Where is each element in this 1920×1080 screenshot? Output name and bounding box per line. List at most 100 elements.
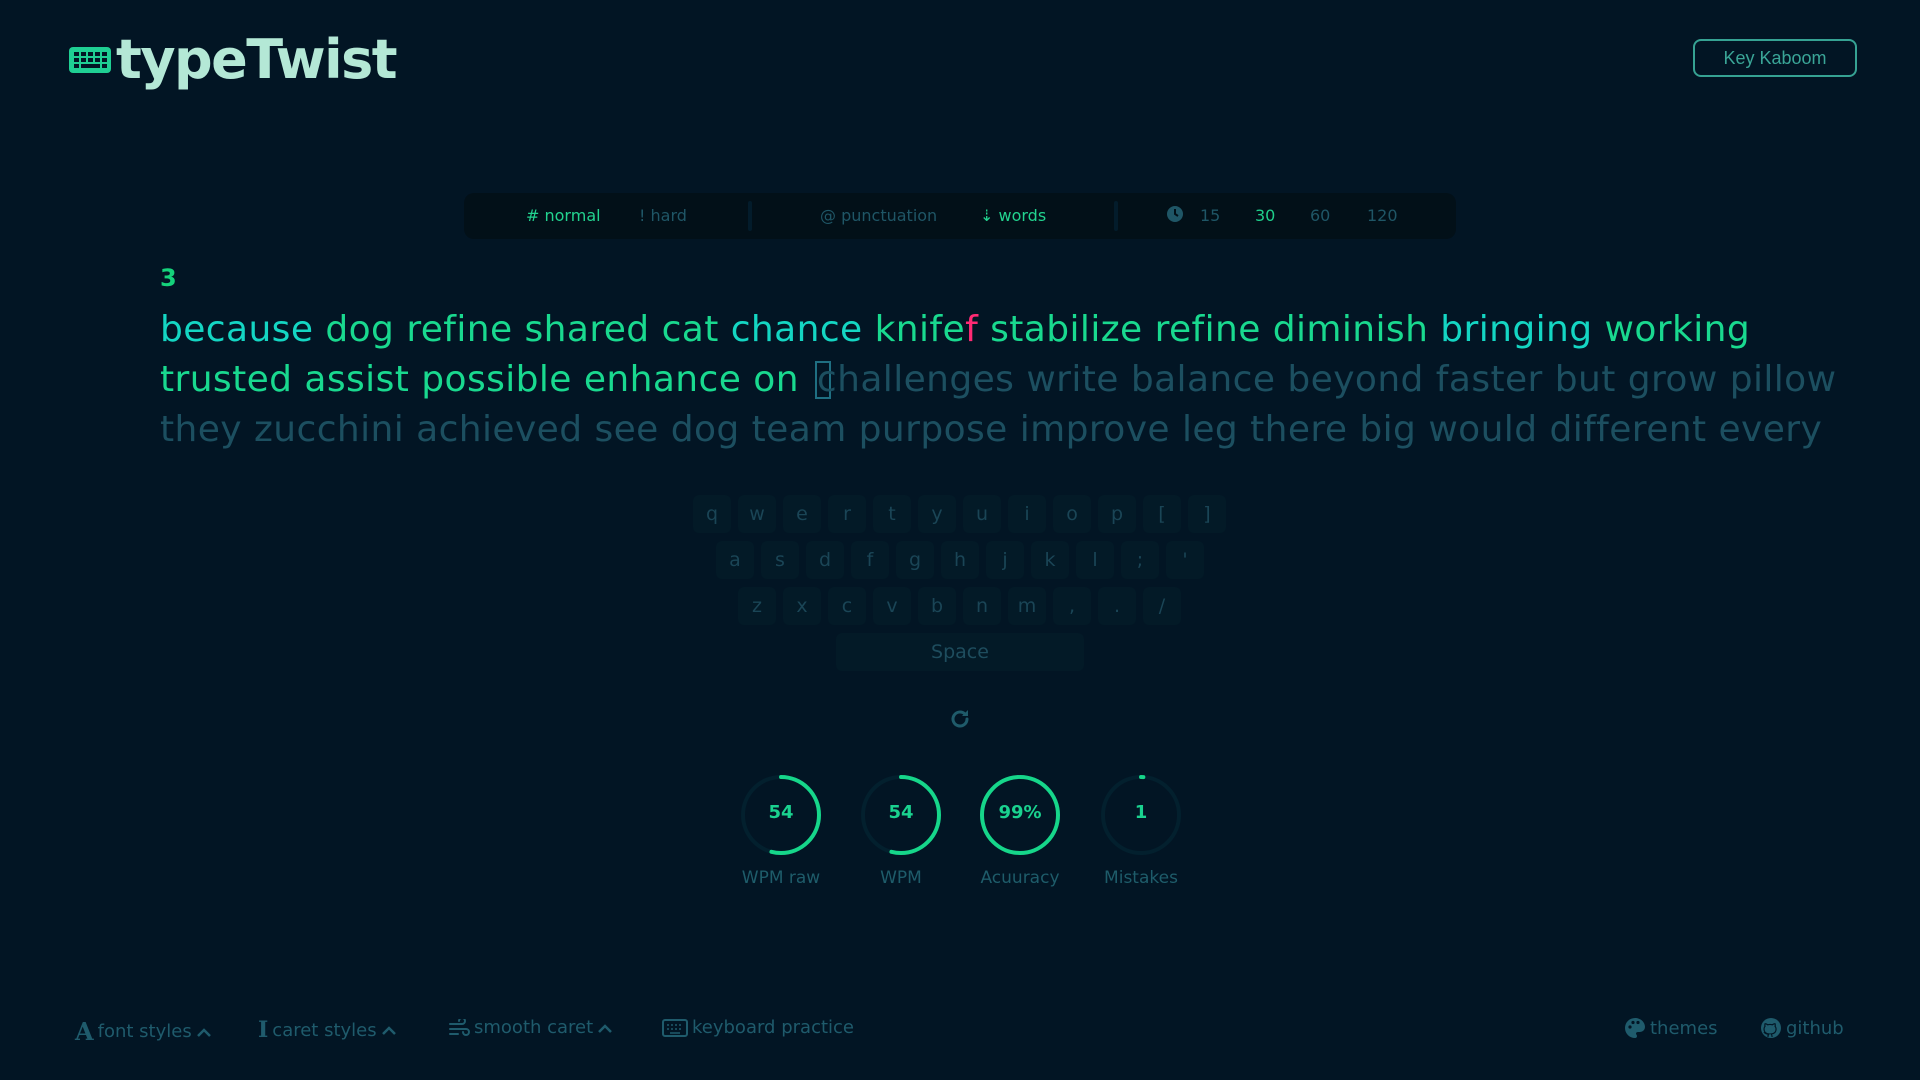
key-k[interactable]: k — [1031, 541, 1069, 579]
word: assist — [304, 359, 410, 400]
word: trusted — [160, 359, 293, 400]
typing-text[interactable]: because dog refine shared cat chance knifef sta… — [160, 305, 1836, 455]
key-v[interactable]: v — [873, 587, 911, 625]
text-line: because dog refine shared cat chance knifef sta… — [160, 305, 1760, 355]
word: improve — [1019, 409, 1170, 450]
github-icon — [1760, 1017, 1782, 1039]
keyboard-row: a s d f g h j k l; ' — [716, 541, 1204, 579]
extra-letter: f — [965, 309, 979, 350]
key-w[interactable]: w — [738, 495, 776, 533]
mode-normal[interactable]: # normal — [526, 206, 601, 225]
cursor-icon: I — [258, 1017, 269, 1043]
key-kaboom-button[interactable]: Key Kaboom — [1693, 39, 1857, 77]
word: on — [753, 359, 799, 400]
key-m[interactable]: m — [1008, 587, 1046, 625]
key-d[interactable]: d — [806, 541, 844, 579]
key-symbol[interactable]: . — [1098, 587, 1136, 625]
github-link[interactable]: github — [1760, 1017, 1844, 1039]
test-config-bar: # normal ! hard @ punctuation ⇣ words 15… — [464, 193, 1456, 239]
word: would — [1428, 409, 1538, 450]
key-b[interactable]: b — [918, 587, 956, 625]
word: bringing — [1440, 309, 1593, 350]
word: team — [751, 409, 847, 450]
stat-mistakes: 1 Mistakes — [1096, 770, 1186, 888]
key-p[interactable]: p — [1098, 495, 1136, 533]
font-styles-button[interactable]: A font styles — [75, 1017, 212, 1046]
key-r[interactable]: r — [828, 495, 866, 533]
key-space[interactable]: Space — [836, 633, 1084, 671]
word: achieved — [416, 409, 583, 450]
key-symbol[interactable]: ] — [1188, 495, 1226, 533]
key-symbol[interactable]: [ — [1143, 495, 1181, 533]
key-q[interactable]: q — [693, 495, 731, 533]
stat-label: Mistakes — [1104, 868, 1178, 888]
keyboard-icon — [68, 45, 112, 75]
key-y[interactable]: y — [918, 495, 956, 533]
word: stabilize — [990, 309, 1143, 350]
duration-120[interactable]: 120 — [1367, 206, 1398, 225]
key-symbol[interactable]: ; — [1121, 541, 1159, 579]
duration-30[interactable]: 30 — [1255, 206, 1275, 225]
chevron-up-icon — [196, 1026, 212, 1038]
caret-styles-button[interactable]: I caret styles — [258, 1017, 397, 1043]
word: working — [1604, 309, 1751, 350]
restart-icon[interactable] — [948, 707, 972, 735]
word: pillow — [1729, 359, 1837, 400]
key-symbol[interactable]: , — [1053, 587, 1091, 625]
word: write — [1026, 359, 1119, 400]
key-h[interactable]: h — [941, 541, 979, 579]
keyboard-icon — [662, 1018, 688, 1037]
typing-page: typeTwist Key Kaboom # normal ! hard @ p… — [0, 0, 1920, 1080]
key-s[interactable]: s — [761, 541, 799, 579]
duration-15[interactable]: 15 — [1200, 206, 1220, 225]
key-z[interactable]: z — [738, 587, 776, 625]
mode-hard[interactable]: ! hard — [639, 206, 687, 225]
key-x[interactable]: x — [783, 587, 821, 625]
key-t[interactable]: t — [873, 495, 911, 533]
stat-wpm-raw: 54 WPM raw — [736, 770, 826, 888]
key-symbol[interactable]: ' — [1166, 541, 1204, 579]
key-l[interactable]: l — [1076, 541, 1114, 579]
key-a[interactable]: a — [716, 541, 754, 579]
wind-icon — [448, 1018, 470, 1037]
app-title: typeTwist — [116, 28, 398, 91]
sort-icon: ⇣ — [980, 206, 994, 225]
word: leg — [1181, 409, 1239, 450]
clock-icon — [1166, 205, 1184, 227]
word: purpose — [858, 409, 1008, 450]
at-icon: @ — [820, 206, 836, 225]
key-j[interactable]: j — [986, 541, 1024, 579]
stat-label: WPM raw — [741, 868, 821, 888]
key-o[interactable]: o — [1053, 495, 1091, 533]
key-g[interactable]: g — [896, 541, 934, 579]
themes-button[interactable]: themes — [1624, 1017, 1718, 1039]
key-u[interactable]: u — [963, 495, 1001, 533]
option-punctuation[interactable]: @ punctuation — [820, 206, 937, 225]
stat-label: Acuuracy — [980, 868, 1060, 888]
key-f[interactable]: f — [851, 541, 889, 579]
word: enhance — [583, 359, 742, 400]
word: balance — [1130, 359, 1276, 400]
key-e[interactable]: e — [783, 495, 821, 533]
word: zucchini — [254, 409, 405, 450]
word: beyond — [1287, 359, 1424, 400]
keyboard-practice-button[interactable]: keyboard practice — [662, 1017, 854, 1038]
stat-value: 54 — [888, 802, 914, 823]
stat-value: 54 — [768, 802, 794, 823]
word: see — [594, 409, 659, 450]
word: diminish — [1272, 309, 1429, 350]
smooth-caret-button[interactable]: smooth caret — [448, 1017, 613, 1038]
word: grow — [1627, 359, 1718, 400]
key-c[interactable]: c — [828, 587, 866, 625]
duration-60[interactable]: 60 — [1310, 206, 1330, 225]
stat-value: 1 — [1134, 802, 1148, 823]
key-i[interactable]: i — [1008, 495, 1046, 533]
chevron-up-icon — [381, 1024, 397, 1036]
key-symbol[interactable]: / — [1143, 587, 1181, 625]
key-n[interactable]: n — [963, 587, 1001, 625]
option-words[interactable]: ⇣ words — [980, 206, 1046, 225]
logo[interactable]: typeTwist — [68, 28, 398, 91]
word: they — [160, 409, 242, 450]
word: challenges — [816, 359, 1015, 400]
word: knife — [874, 309, 966, 350]
